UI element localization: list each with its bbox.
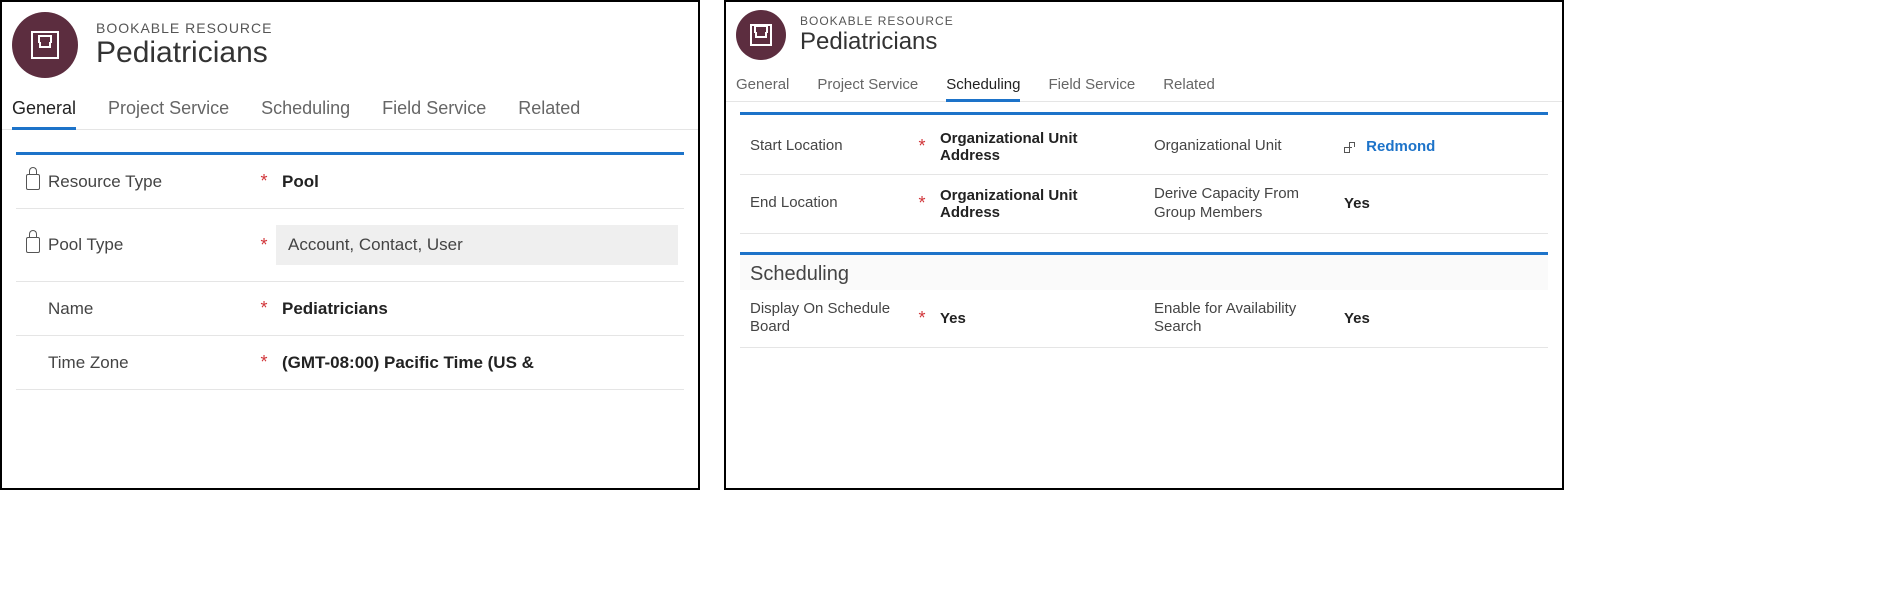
value-organizational-unit: Redmond <box>1338 138 1542 155</box>
field-enable-availability-search[interactable]: Enable for Availability Search Yes <box>1144 290 1548 349</box>
tab-field-service[interactable]: Field Service <box>382 90 486 129</box>
required-marker: * <box>256 352 272 373</box>
lock-icon <box>26 174 40 190</box>
value-end-location: Organizational Unit Address <box>934 187 1138 221</box>
label-pool-type: Pool Type <box>48 235 123 255</box>
tab-related[interactable]: Related <box>518 90 580 129</box>
tab-scheduling[interactable]: Scheduling <box>261 90 350 129</box>
field-time-zone[interactable]: Time Zone * (GMT-08:00) Pacific Time (US… <box>16 336 684 390</box>
label-display-on-schedule-board: Display On Schedule Board <box>750 300 910 338</box>
field-name[interactable]: Name * Pediatricians <box>16 282 684 336</box>
value-pool-type: Account, Contact, User <box>276 225 678 265</box>
field-resource-type[interactable]: Resource Type * Pool <box>16 155 684 209</box>
tab-scheduling[interactable]: Scheduling <box>946 70 1020 101</box>
required-marker: * <box>914 193 930 214</box>
section-title: Scheduling <box>740 255 1548 290</box>
org-unit-link[interactable]: Redmond <box>1366 138 1435 155</box>
header: BOOKABLE RESOURCE Pediatricians <box>726 2 1562 66</box>
header-text: BOOKABLE RESOURCE Pediatricians <box>96 20 273 70</box>
field-organizational-unit[interactable]: Organizational Unit Redmond <box>1144 119 1548 175</box>
panel-scheduling: BOOKABLE RESOURCE Pediatricians General … <box>724 0 1564 490</box>
entity-label: BOOKABLE RESOURCE <box>800 14 954 28</box>
tab-related[interactable]: Related <box>1163 70 1215 101</box>
value-time-zone: (GMT-08:00) Pacific Time (US & <box>272 353 678 373</box>
value-resource-type: Pool <box>272 172 678 192</box>
lock-icon <box>26 237 40 253</box>
org-unit-icon <box>1344 142 1358 153</box>
form-card: Resource Type * Pool Pool Type * Account… <box>16 152 684 390</box>
tab-general[interactable]: General <box>736 70 789 101</box>
label-start-location: Start Location <box>750 137 910 156</box>
label-organizational-unit: Organizational Unit <box>1154 137 1314 156</box>
field-display-on-schedule-board[interactable]: Display On Schedule Board * Yes <box>740 290 1144 349</box>
field-derive-capacity[interactable]: Derive Capacity From Group Members Yes <box>1144 175 1548 234</box>
field-end-location[interactable]: End Location * Organizational Unit Addre… <box>740 175 1144 234</box>
field-pool-type[interactable]: Pool Type * Account, Contact, User <box>16 209 684 282</box>
tab-bar: General Project Service Scheduling Field… <box>2 86 698 130</box>
tab-field-service[interactable]: Field Service <box>1048 70 1135 101</box>
label-derive-capacity: Derive Capacity From Group Members <box>1154 185 1314 223</box>
field-start-location[interactable]: Start Location * Organizational Unit Add… <box>740 119 1144 175</box>
page-title: Pediatricians <box>96 36 273 70</box>
label-enable-availability-search: Enable for Availability Search <box>1154 300 1314 338</box>
tab-project-service[interactable]: Project Service <box>108 90 229 129</box>
header-text: BOOKABLE RESOURCE Pediatricians <box>800 14 954 56</box>
form-card-top: Start Location * Organizational Unit Add… <box>740 112 1548 234</box>
required-marker: * <box>914 308 930 329</box>
tab-project-service[interactable]: Project Service <box>817 70 918 101</box>
page-title: Pediatricians <box>800 28 954 56</box>
required-marker: * <box>256 298 272 319</box>
entity-label: BOOKABLE RESOURCE <box>96 20 273 36</box>
entity-icon <box>736 10 786 60</box>
label-time-zone: Time Zone <box>48 353 129 373</box>
value-name: Pediatricians <box>272 299 678 319</box>
value-enable-availability-search: Yes <box>1338 310 1542 327</box>
header: BOOKABLE RESOURCE Pediatricians <box>2 2 698 86</box>
required-marker: * <box>914 136 930 157</box>
value-derive-capacity: Yes <box>1338 195 1542 212</box>
panel-general: BOOKABLE RESOURCE Pediatricians General … <box>0 0 700 490</box>
value-display-on-schedule-board: Yes <box>934 310 1138 327</box>
value-start-location: Organizational Unit Address <box>934 130 1138 164</box>
entity-icon <box>12 12 78 78</box>
required-marker: * <box>256 235 272 256</box>
required-marker: * <box>256 171 272 192</box>
label-name: Name <box>48 299 93 319</box>
section-scheduling: Scheduling Display On Schedule Board * Y… <box>740 252 1548 349</box>
tab-bar: General Project Service Scheduling Field… <box>726 66 1562 102</box>
label-resource-type: Resource Type <box>48 172 162 192</box>
tab-general[interactable]: General <box>12 90 76 129</box>
label-end-location: End Location <box>750 194 910 213</box>
